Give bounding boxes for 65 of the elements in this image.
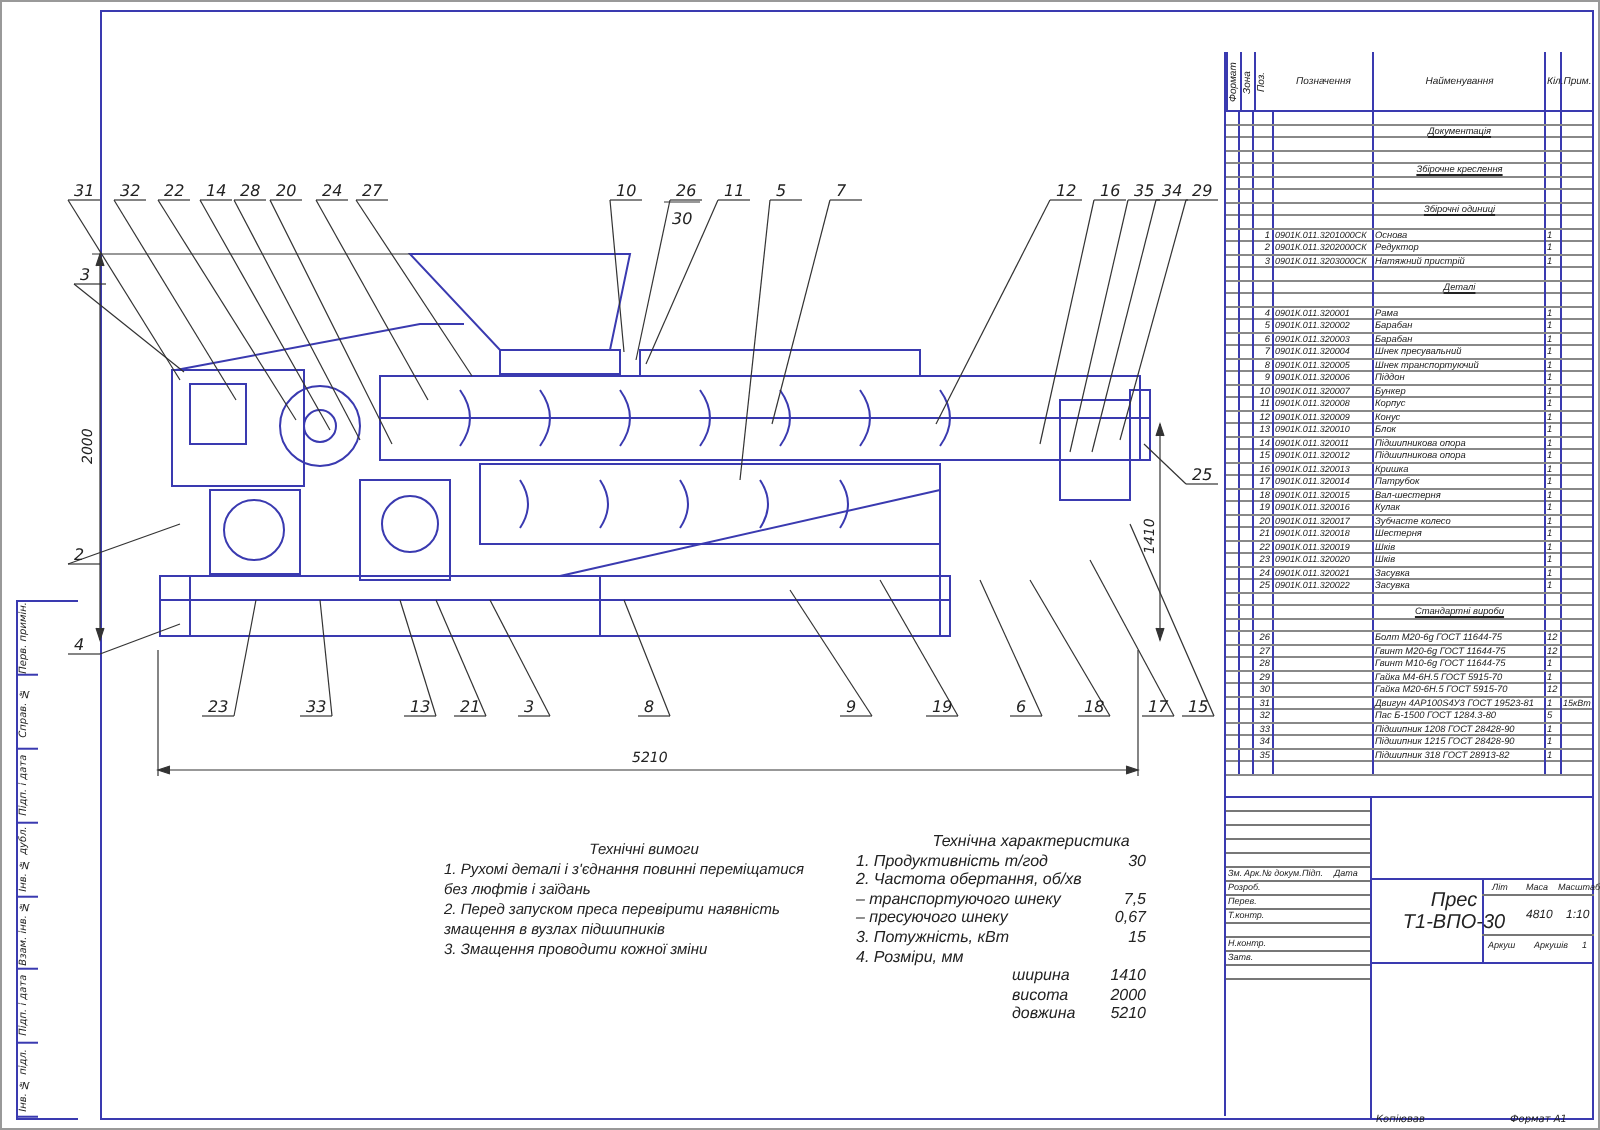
characteristic-value: 5210 [1110,1004,1146,1024]
position-number: 21 [460,698,481,716]
leader-line [789,589,873,717]
leader-line [623,599,671,717]
position-number: 10 [616,182,637,200]
leader-line [299,599,333,717]
leader-line [67,523,181,565]
drawing-title: Прес [1428,890,1480,912]
characteristic-label: довжина [1010,1004,1076,1024]
position-number: 35 [1134,182,1155,200]
leader-line [201,599,257,717]
position-number: 26 [676,182,697,200]
position-number: 6 [1016,698,1027,716]
position-number: 34 [1162,182,1183,200]
position-number: 20 [276,182,297,200]
characteristic-value: 7,5 [1123,889,1146,909]
position-number: 29 [1192,182,1213,200]
position-number: 15 [1188,698,1209,716]
characteristic-label: – транспортуючого шнеку [856,889,1061,909]
leader-line [979,579,1043,717]
position-number: 22 [164,182,185,200]
leader-line [435,599,487,717]
position-number: 14 [206,182,227,200]
characteristic-label: 4. Розміри, мм [856,947,964,967]
leader-line [1029,579,1111,717]
leader-line [399,599,437,717]
characteristic-label: ширина [1010,966,1070,986]
position-number: 32 [120,182,141,200]
leader-line [879,579,959,717]
position-number: 3 [80,266,91,284]
position-number: 27 [362,182,383,200]
leader-line [67,623,181,655]
characteristic-value: 2000 [1110,985,1146,1005]
leader-line [489,599,551,717]
position-number: 25 [1192,466,1213,484]
position-number: 9 [846,698,857,716]
position-number: 7 [836,182,847,200]
position-number: 23 [208,698,229,716]
position-number: 16 [1100,182,1121,200]
position-number: 19 [932,698,953,716]
position-number: 12 [1056,182,1077,200]
characteristic-label: – пресуючого шнеку [856,908,1008,928]
characteristic-label: 2. Частота обертання, об/хв [856,870,1082,890]
position-number: 4 [74,636,85,654]
position-number: 28 [240,182,261,200]
position-number: 18 [1084,698,1105,716]
characteristic-value: 0,67 [1114,908,1146,928]
position-number: 3 [524,698,535,716]
characteristic-value: 15 [1128,927,1146,948]
position-number: 24 [322,182,343,200]
position-number: 5 [776,182,787,200]
position-number: 2 [74,546,85,564]
position-number: 13 [410,698,431,716]
position-number: 17 [1148,698,1169,716]
characteristic-label: висота [1010,985,1069,1005]
characteristic-label: 3. Потужність, кВт [856,927,1009,948]
position-number: 11 [724,182,745,200]
position-number: 31 [74,182,95,200]
position-number: 33 [306,698,327,716]
position-number: 30 [672,210,693,228]
position-number: 8 [644,698,655,716]
characteristic-value: 30 [1128,851,1146,871]
characteristics-title: Технічна характеристика [930,832,1132,852]
characteristic-label: 1. Продуктивність т/год [856,851,1048,871]
characteristic-value: 1410 [1110,966,1146,986]
